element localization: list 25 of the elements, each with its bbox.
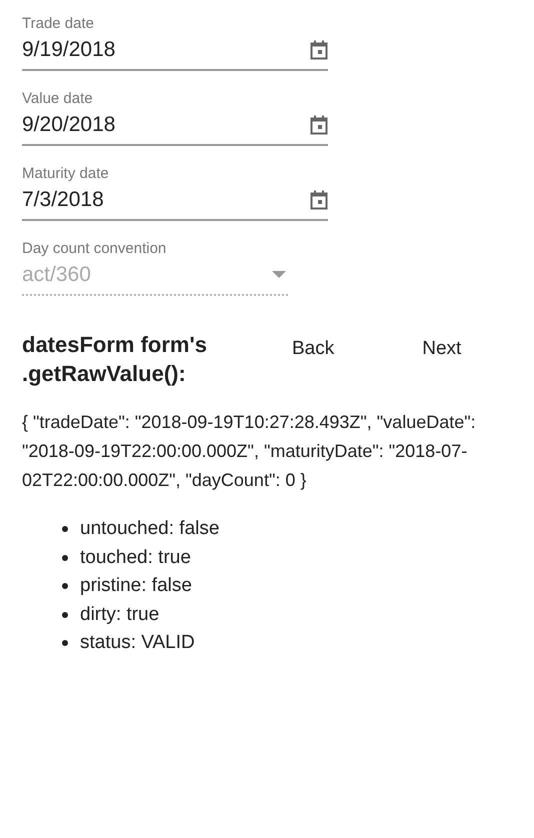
bullet-icon: [62, 640, 68, 646]
field-label: Day count convention: [22, 239, 168, 259]
date-field[interactable]: 7/3/2018: [22, 184, 328, 221]
form-heading: datesForm form's .getRawValue():: [22, 331, 208, 388]
bullet-icon: [62, 526, 68, 532]
status-text: status: VALID: [80, 631, 195, 655]
field-label: Maturity date: [22, 164, 110, 184]
status-text: dirty: true: [80, 602, 160, 626]
date-field[interactable]: 9/20/2018: [22, 109, 328, 146]
dropdown-arrow-icon: [272, 270, 286, 278]
calendar-icon[interactable]: [310, 40, 328, 60]
calendar-icon[interactable]: [310, 114, 328, 134]
status-text: touched: true: [80, 546, 191, 570]
status-text: untouched: false: [80, 517, 220, 541]
bullet-icon: [62, 583, 68, 590]
calendar-icon[interactable]: [310, 190, 328, 210]
field-label: Value date: [22, 89, 94, 109]
back-button[interactable]: Back: [280, 331, 346, 368]
raw-value-text: { "tradeDate": "2018-09-19T10:27:28.493Z", "valueDate": "2018-09-19T22:00:00.000Z", "maturityDate": "2018-07-02T22:00:00.000Z", "dayCount": 0 }: [22, 411, 477, 492]
next-button[interactable]: Next: [410, 331, 474, 368]
field-label: Trade date: [22, 14, 95, 34]
status-text: pristine: false: [80, 574, 192, 598]
bullet-icon: [62, 554, 68, 561]
bullet-icon: [62, 612, 68, 618]
date-field[interactable]: 9/19/2018: [22, 34, 328, 71]
